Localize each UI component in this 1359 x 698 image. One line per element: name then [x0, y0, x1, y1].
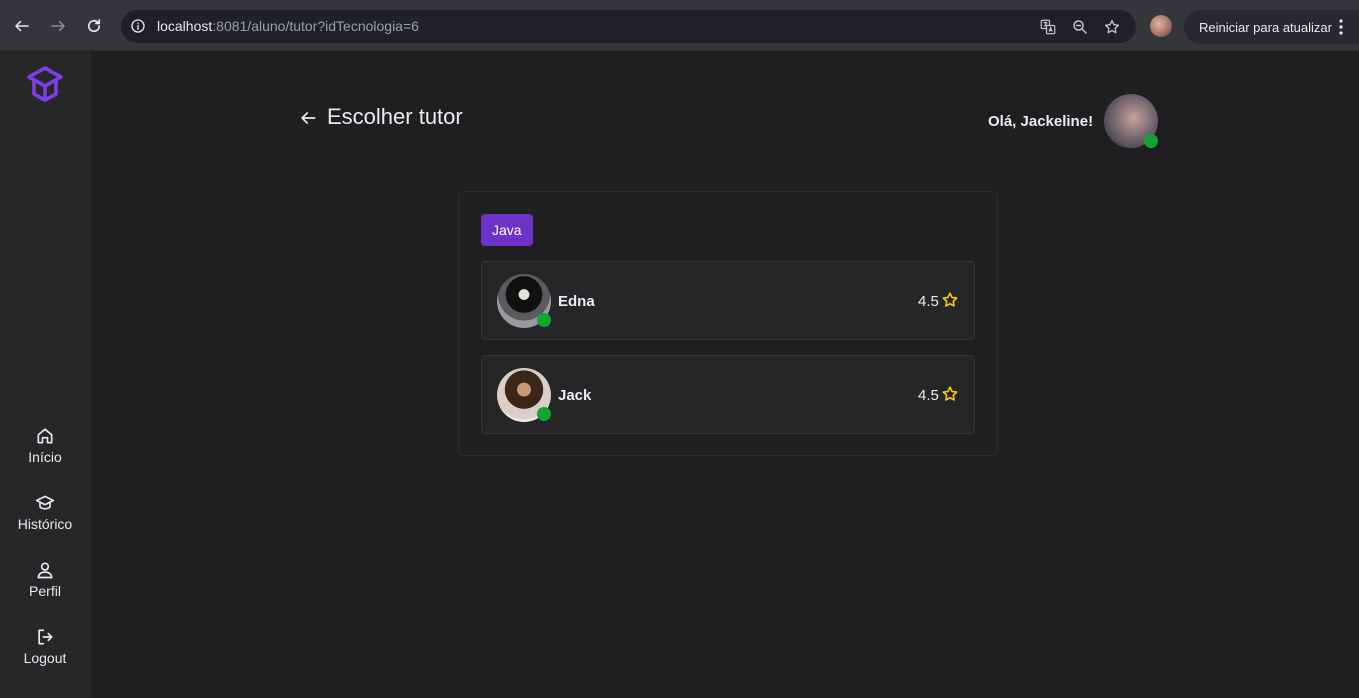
star-icon — [942, 292, 958, 307]
translate-icon[interactable] — [1039, 18, 1057, 36]
update-browser-button[interactable]: Reiniciar para atualizar — [1184, 10, 1359, 44]
forward-icon[interactable] — [45, 13, 71, 39]
profile-avatar[interactable] — [1150, 15, 1172, 37]
tutor-card-edna[interactable]: Edna 4.5 — [481, 261, 975, 340]
sidebar-item-label: Logout — [23, 650, 67, 666]
logout-icon — [38, 629, 53, 645]
tutor-rating: 4.5 — [918, 293, 939, 310]
tutor-panel: Java Edna 4.5 Jack 4.5 — [458, 191, 998, 456]
sidebar-item-label: Histórico — [17, 516, 73, 532]
tutor-name: Jack — [558, 387, 592, 404]
graduation-cap-icon — [35, 495, 55, 510]
url-text[interactable]: localhost:8081/aluno/tutor?idTecnologia=… — [157, 18, 419, 34]
sidebar-item-label: Início — [28, 449, 62, 465]
user-icon — [37, 562, 53, 579]
tutor-name: Edna — [558, 293, 595, 310]
browser-toolbar: localhost:8081/aluno/tutor?idTecnologia=… — [0, 0, 1359, 51]
info-icon[interactable] — [130, 18, 146, 34]
tutor-card-jack[interactable]: Jack 4.5 — [481, 355, 975, 434]
page-title: Escolher tutor — [327, 104, 463, 129]
url-path: :8081/aluno/tutor?idTecnologia=6 — [212, 18, 419, 34]
menu-kebab-icon[interactable] — [1339, 19, 1343, 35]
tutor-rating: 4.5 — [918, 387, 939, 404]
online-status-dot — [537, 407, 551, 421]
sidebar-item-logout[interactable]: Logout — [0, 627, 90, 677]
technology-tag: Java — [481, 214, 533, 246]
home-icon — [37, 428, 53, 444]
sidebar-item-label: Perfil — [29, 583, 61, 599]
sidebar-item-perfil[interactable]: Perfil — [0, 560, 90, 610]
reload-icon[interactable] — [81, 13, 107, 39]
main-content: Escolher tutor Olá, Jackeline! Java Edna… — [90, 51, 1359, 698]
update-button-label: Reiniciar para atualizar — [1199, 20, 1332, 35]
star-icon — [942, 386, 958, 401]
sidebar: Início Histórico Perfil Logout — [0, 51, 90, 698]
bookmark-star-icon[interactable] — [1103, 18, 1121, 36]
online-status-dot — [537, 313, 551, 327]
graduation-box-logo[interactable] — [25, 64, 65, 104]
user-greeting: Olá, Jackeline! — [988, 113, 1094, 130]
online-status-dot — [1144, 134, 1158, 148]
back-arrow-icon[interactable] — [298, 108, 318, 128]
url-host: localhost — [157, 18, 213, 34]
sidebar-item-inicio[interactable]: Início — [0, 426, 90, 476]
back-icon[interactable] — [9, 13, 35, 39]
sidebar-item-historico[interactable]: Histórico — [0, 493, 90, 543]
address-bar[interactable]: localhost:8081/aluno/tutor?idTecnologia=… — [121, 10, 1136, 43]
zoom-out-icon[interactable] — [1071, 18, 1089, 36]
